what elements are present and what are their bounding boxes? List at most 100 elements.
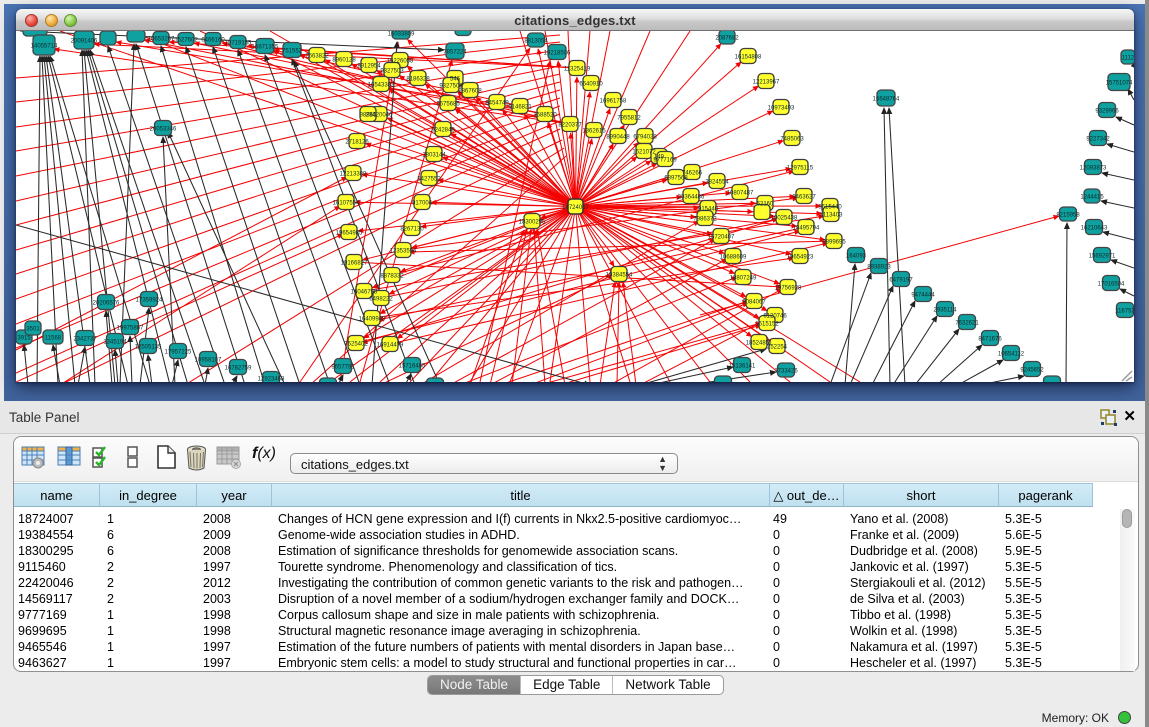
svg-text:2087682: 2087682 [715,35,739,41]
svg-text:18495794: 18495794 [793,225,820,231]
svg-text:1362615: 1362615 [582,128,606,134]
svg-text:9615440: 9615440 [818,204,842,210]
svg-text:19384554: 19384554 [606,272,633,278]
svg-text:10973493: 10973493 [768,105,795,111]
svg-text:12093873: 12093873 [1080,165,1107,171]
svg-text:14055714: 14055714 [31,43,58,49]
svg-text:10958107: 10958107 [195,357,222,363]
svg-text:19654985: 19654985 [336,230,363,236]
svg-text:16543382: 16543382 [368,82,395,88]
svg-text:12923468: 12923468 [258,376,285,382]
svg-text:62160: 62160 [757,201,774,207]
svg-text:19218506: 19218506 [544,50,571,56]
svg-text:8220377: 8220377 [558,122,582,128]
svg-text:8454749: 8454749 [485,100,509,106]
svg-text:15692971: 15692971 [1089,253,1116,259]
svg-text:252254: 252254 [767,344,788,350]
svg-text:16033809: 16033809 [388,31,415,37]
svg-text:116753: 116753 [1115,308,1134,314]
svg-text:1345194: 1345194 [103,339,127,345]
svg-text:15720407: 15720407 [708,234,735,240]
svg-text:9463627: 9463627 [792,194,816,200]
svg-text:3824554: 3824554 [705,179,729,185]
svg-text:20091406: 20091406 [71,38,98,44]
svg-text:20364486: 20364486 [678,194,705,200]
svg-text:8938923: 8938923 [867,264,891,270]
svg-text:12505135: 12505135 [135,344,162,350]
svg-text:7955812: 7955812 [617,115,641,121]
svg-text:16409948: 16409948 [359,316,386,322]
svg-text:3915: 3915 [17,335,31,341]
svg-text:9777169: 9777169 [653,157,677,163]
svg-text:18724007: 18724007 [562,205,589,211]
svg-text:8471676: 8471676 [978,336,1002,342]
svg-text:8267130: 8267130 [400,226,424,232]
svg-text:10719155: 10719155 [225,40,252,46]
svg-text:9327503: 9327503 [380,68,404,74]
svg-text:16961758: 16961758 [600,98,627,104]
svg-text:9329966: 9329966 [1095,108,1119,114]
svg-text:2718126: 2718126 [345,139,369,145]
svg-text:8960128: 8960128 [332,57,356,63]
svg-text:751552: 751552 [282,48,303,54]
svg-text:18300295: 18300295 [519,219,546,225]
svg-text:6498222: 6498222 [369,296,393,302]
svg-text:8990448: 8990448 [606,134,630,140]
svg-text:164093: 164093 [846,253,867,259]
svg-text:546: 546 [450,76,461,82]
svg-text:16782759: 16782759 [225,365,252,371]
svg-text:1621072: 1621072 [632,149,656,155]
svg-text:2342737: 2342737 [73,336,97,342]
svg-text:9245652: 9245652 [1020,367,1044,373]
svg-text:16671355: 16671355 [252,44,279,50]
svg-text:7632621: 7632621 [955,320,979,326]
svg-text:6794028: 6794028 [633,134,657,140]
svg-text:20053346: 20053346 [150,126,177,132]
svg-text:6479197: 6479197 [889,277,913,283]
svg-text:10025438: 10025438 [771,215,798,221]
svg-text:16914479: 16914479 [377,342,404,348]
svg-text:12353594: 12353594 [390,248,417,254]
svg-text:8427552: 8427552 [417,176,441,182]
svg-text:3501: 3501 [26,326,40,332]
svg-text:1615152: 1615152 [755,321,779,327]
svg-text:7986372: 7986372 [693,216,717,222]
svg-text:2935114: 2935114 [934,307,958,313]
svg-text:2867608: 2867608 [458,88,482,94]
svg-text:10807487: 10807487 [727,190,754,196]
svg-text:15751074: 15751074 [1106,80,1133,86]
svg-text:9899695: 9899695 [822,239,846,245]
svg-text:1527602: 1527602 [174,37,198,43]
svg-text:7485063: 7485063 [780,136,804,142]
svg-text:19756928: 19756928 [775,285,802,291]
svg-text:3113403: 3113403 [820,212,844,218]
svg-text:15716485: 15716485 [399,363,426,369]
svg-text:9227342: 9227342 [1086,136,1110,142]
svg-text:9474444: 9474444 [911,292,935,298]
svg-text:9146821: 9146821 [508,104,532,110]
svg-text:7663822: 7663822 [305,53,329,59]
svg-text:16154808: 16154808 [735,54,762,60]
svg-text:18807249: 18807249 [730,275,757,281]
svg-text:10688609: 10688609 [720,254,747,260]
svg-text:1588520: 1588520 [533,112,557,118]
svg-text:917004: 917004 [412,200,433,206]
svg-text:12213389: 12213389 [340,171,367,177]
svg-text:16648764: 16648764 [873,96,900,102]
svg-text:6120746: 6120746 [763,313,787,319]
svg-text:17016504: 17016504 [1098,281,1125,287]
svg-text:9242848: 9242848 [431,127,455,133]
svg-text:11568: 11568 [45,335,62,341]
svg-text:17359924: 17359924 [136,297,163,303]
svg-text:9084067: 9084067 [742,299,766,305]
svg-text:15226058: 15226058 [387,58,414,64]
svg-text:7625402: 7625402 [344,341,368,347]
svg-text:10654112: 10654112 [998,351,1025,357]
svg-text:8878332: 8878332 [380,273,404,279]
svg-text:98965: 98965 [360,112,377,118]
svg-text:8912954: 8912954 [357,63,381,69]
svg-text:8186328: 8186328 [406,76,430,82]
svg-text:12975115: 12975115 [787,165,814,171]
svg-text:10653267: 10653267 [148,36,175,42]
svg-text:19654923: 19654923 [787,254,814,260]
